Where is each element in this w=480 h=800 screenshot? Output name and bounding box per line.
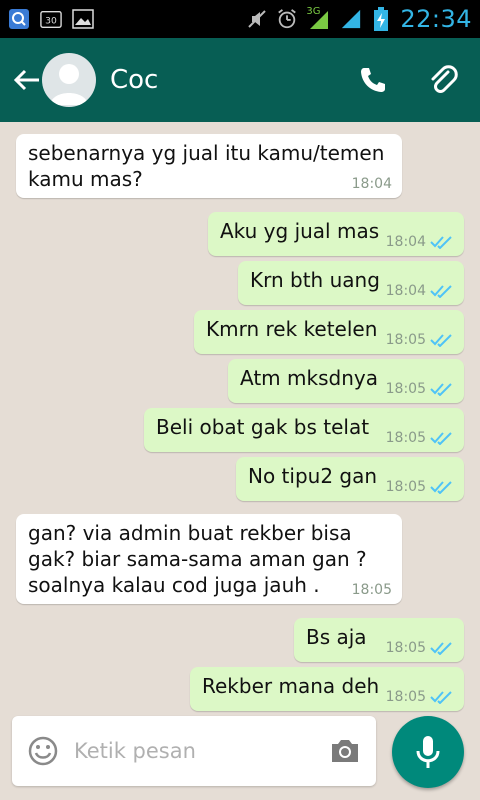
read-ticks-icon — [430, 236, 452, 249]
message-input[interactable] — [74, 739, 294, 763]
message-outgoing[interactable]: Krn bth uang 18:04 — [238, 261, 464, 305]
smiley-icon — [28, 736, 58, 766]
read-ticks-icon — [430, 432, 452, 445]
attach-button[interactable] — [426, 63, 460, 97]
read-ticks-icon — [430, 285, 452, 298]
message-outgoing[interactable]: Aku yg jual mas 18:04 — [208, 212, 464, 256]
chat-area: sebenarnya yg jual itu kamu/temen kamu m… — [0, 122, 480, 716]
wifi-signal-icon — [340, 8, 362, 30]
message-time: 18:05 — [385, 332, 426, 348]
default-avatar-icon — [50, 64, 88, 105]
message-time: 18:05 — [385, 430, 426, 446]
microphone-icon — [416, 736, 440, 768]
read-ticks-icon — [430, 691, 452, 704]
mobile-signal-icon: 3G — [306, 6, 332, 30]
message-outgoing[interactable]: Kmrn rek ketelen 18:05 — [194, 310, 464, 354]
alarm-icon — [276, 8, 298, 30]
network-type-label: 3G — [306, 6, 321, 17]
message-time: 18:04 — [385, 234, 426, 250]
clock: 22:34 — [400, 5, 472, 33]
status-bar: 30 3G 22:34 — [0, 0, 480, 38]
calendar-notification-icon: 30 — [40, 8, 62, 30]
mute-icon — [246, 8, 268, 30]
message-outgoing[interactable]: No tipu2 gan 18:05 — [236, 457, 464, 501]
read-ticks-icon — [430, 481, 452, 494]
message-time: 18:05 — [385, 479, 426, 495]
contact-avatar[interactable] — [42, 53, 96, 107]
message-time: 18:05 — [385, 689, 426, 705]
read-ticks-icon — [430, 383, 452, 396]
message-outgoing[interactable]: Rekber mana deh 18:05 — [190, 667, 464, 711]
chat-header: Coc — [0, 38, 480, 122]
search-notification-icon — [8, 8, 30, 30]
phone-icon — [361, 68, 385, 92]
image-notification-icon — [72, 8, 94, 30]
message-time: 18:05 — [385, 640, 426, 656]
paperclip-icon — [431, 65, 458, 93]
voice-message-button[interactable] — [392, 716, 464, 788]
message-text: sebenarnya yg jual itu kamu/temen kamu m… — [28, 141, 385, 191]
camera-button[interactable] — [328, 734, 362, 768]
read-ticks-icon — [430, 334, 452, 347]
call-button[interactable] — [356, 63, 390, 97]
message-incoming[interactable]: sebenarnya yg jual itu kamu/temen kamu m… — [16, 134, 402, 198]
message-time: 18:05 — [385, 381, 426, 397]
message-compose-bar — [12, 716, 376, 786]
message-text: gan? via admin buat rekber bisa gak? bia… — [28, 521, 367, 597]
contact-name[interactable]: Coc — [110, 65, 158, 95]
message-outgoing[interactable]: Beli obat gak bs telat 18:05 — [144, 408, 464, 452]
camera-icon — [332, 740, 358, 762]
message-outgoing[interactable]: Atm mksdnya 18:05 — [228, 359, 464, 403]
message-time: 18:04 — [385, 283, 426, 299]
back-button[interactable] — [12, 60, 42, 100]
emoji-button[interactable] — [26, 734, 60, 768]
battery-charging-icon — [370, 7, 392, 31]
message-time: 18:05 — [351, 582, 392, 598]
message-incoming[interactable]: gan? via admin buat rekber bisa gak? bia… — [16, 514, 402, 604]
svg-text:30: 30 — [45, 16, 57, 27]
message-time: 18:04 — [351, 176, 392, 192]
back-arrow-icon — [14, 69, 39, 91]
read-ticks-icon — [430, 642, 452, 655]
message-outgoing[interactable]: Bs aja 18:05 — [294, 618, 464, 662]
